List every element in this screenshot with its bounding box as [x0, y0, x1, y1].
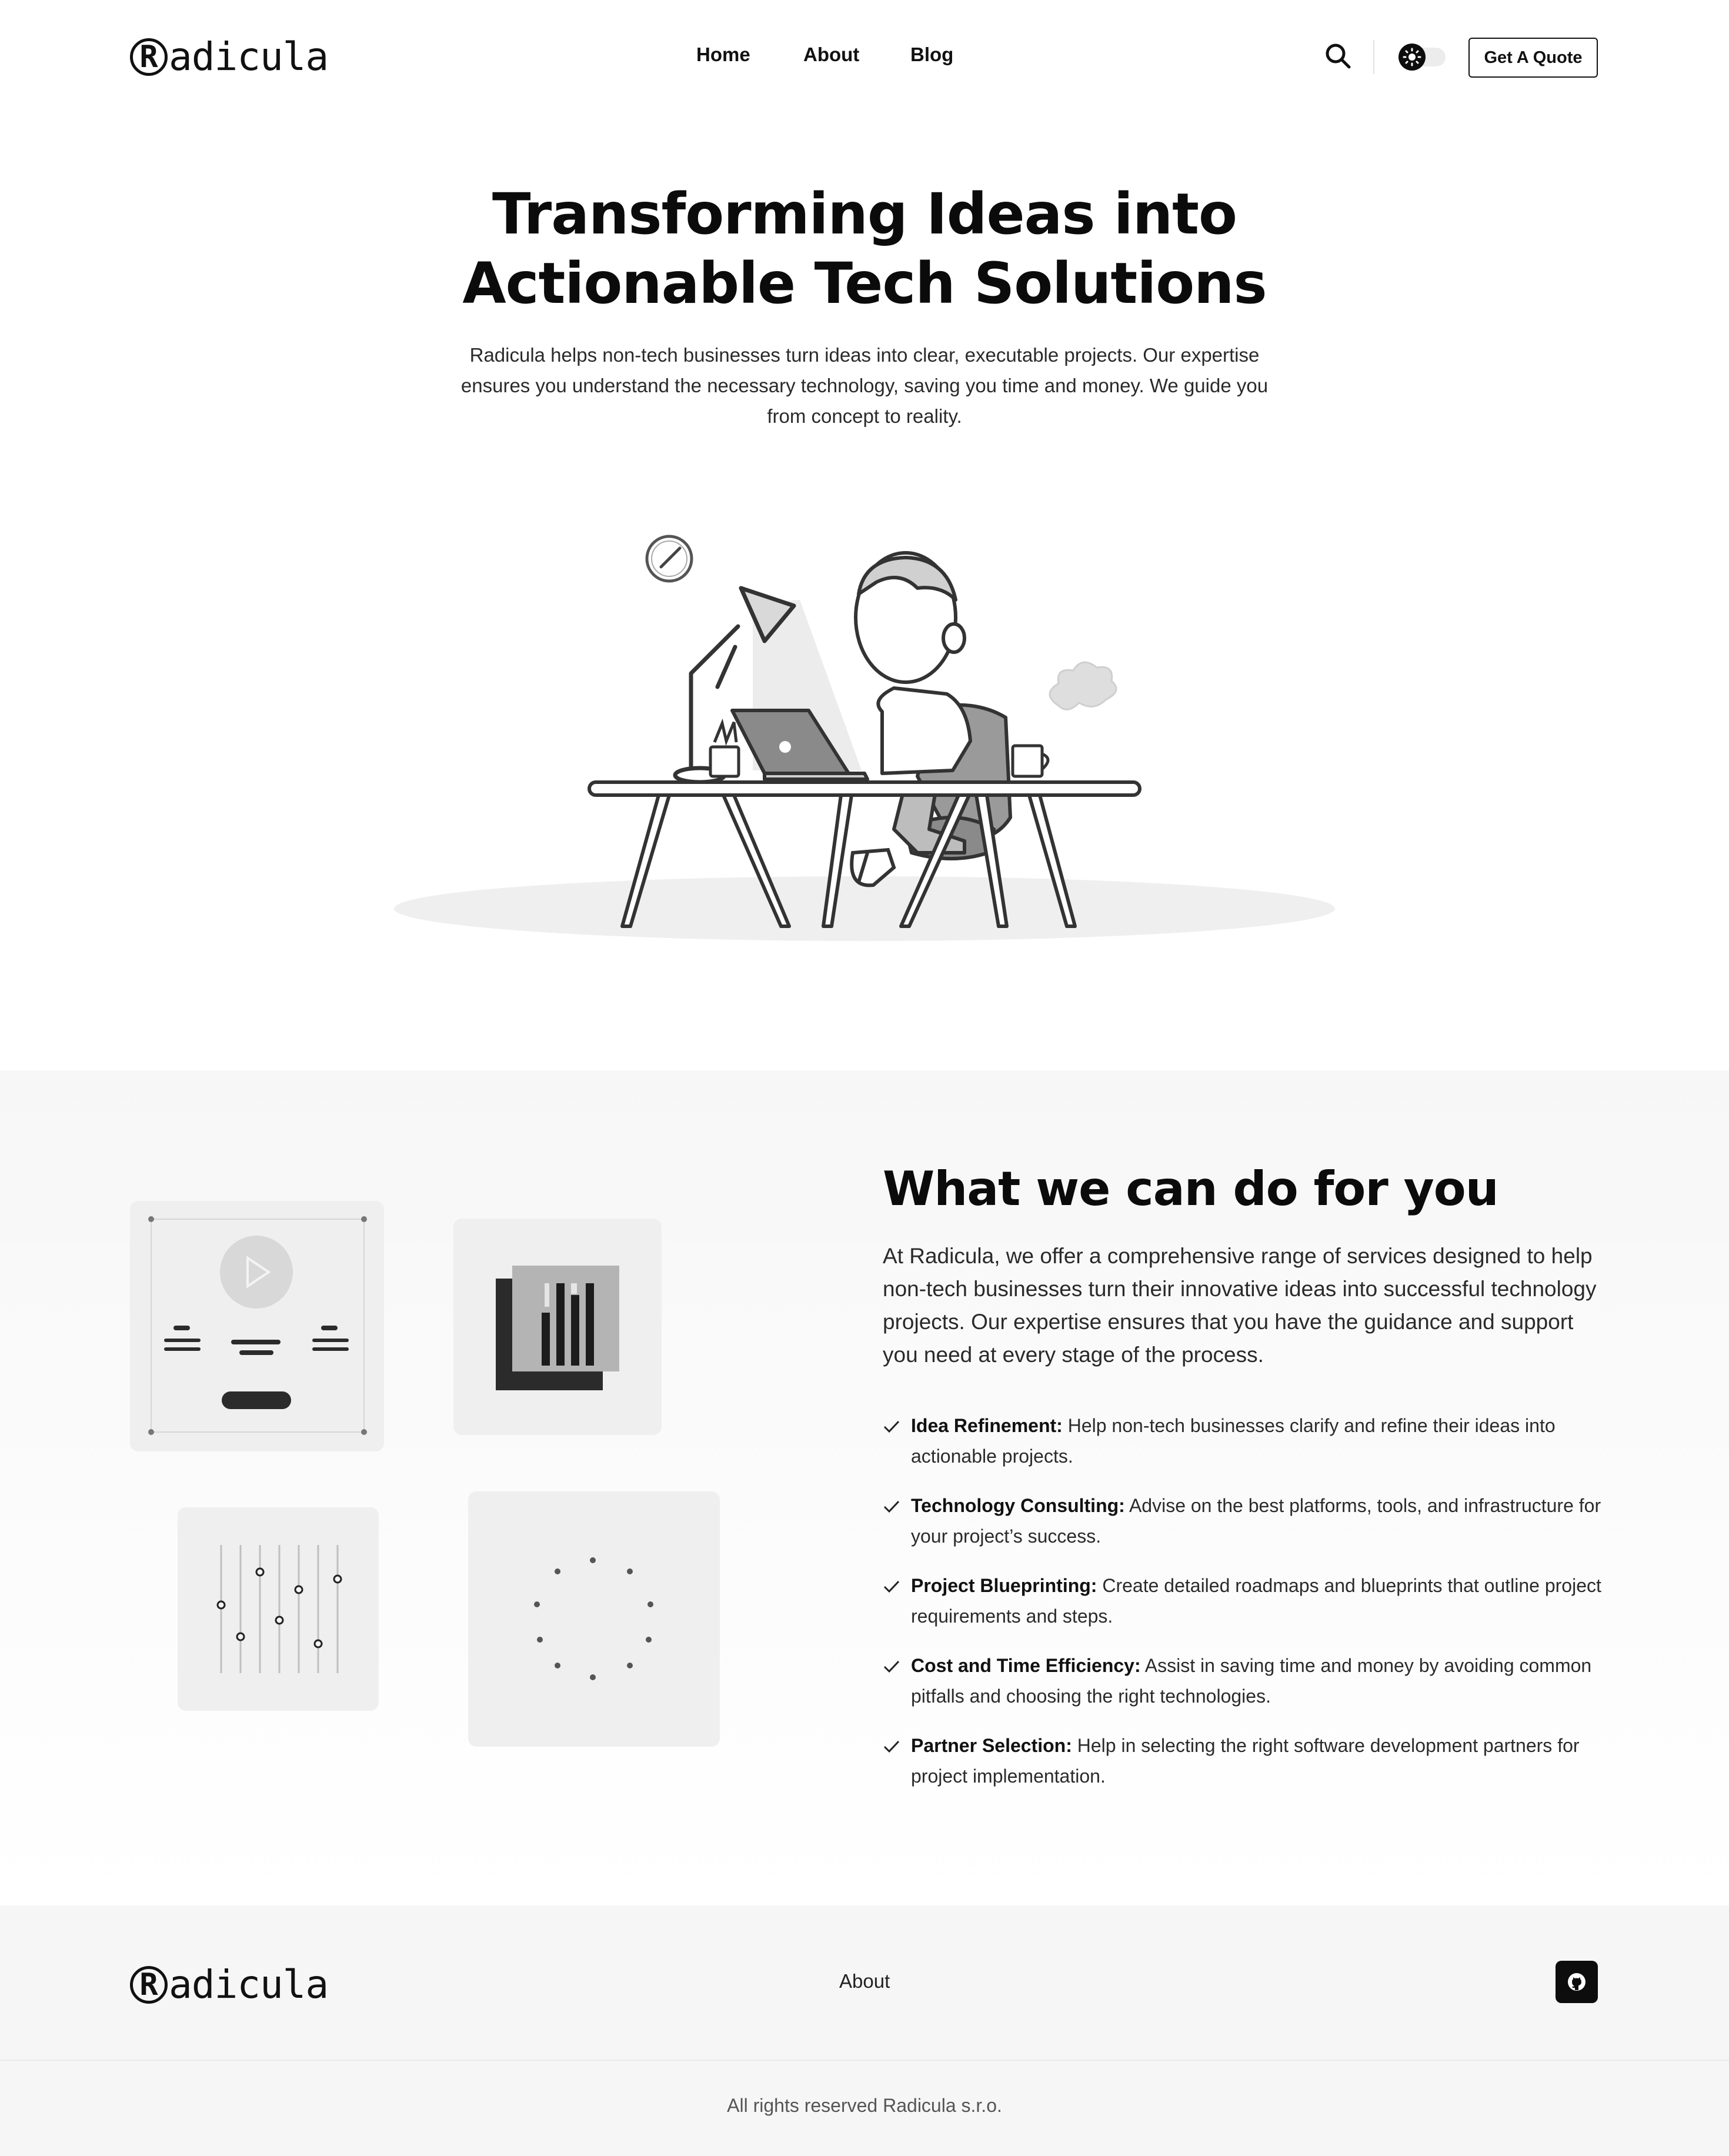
sun-icon	[1403, 48, 1421, 66]
search-icon[interactable]	[1324, 42, 1351, 69]
github-button[interactable]	[1556, 1961, 1598, 2003]
logo-text: adicula	[169, 1962, 329, 2007]
clock-icon	[645, 535, 693, 583]
coffee-cup	[1011, 744, 1050, 778]
get-a-quote-button[interactable]: Get A Quote	[1468, 38, 1598, 78]
footer-logo[interactable]: R adicula	[130, 1962, 329, 2007]
logo-mark: R	[130, 38, 168, 76]
services-title: What we can do for you	[883, 1162, 1499, 1216]
list-item: Idea Refinement: Help non-tech businesse…	[883, 1410, 1606, 1471]
footer-link-about[interactable]: About	[839, 1970, 890, 1993]
check-icon	[883, 1740, 900, 1753]
nav-blog[interactable]: Blog	[910, 44, 953, 66]
service-title: Partner Selection:	[911, 1735, 1072, 1756]
service-title: Technology Consulting:	[911, 1495, 1125, 1516]
plant	[709, 718, 740, 778]
list-item: Technology Consulting: Advise on the bes…	[883, 1490, 1606, 1551]
hero-title-line-1: Transforming Ideas into	[492, 181, 1237, 247]
bar-chart-card	[453, 1219, 662, 1435]
loading-spinner-card	[468, 1491, 720, 1747]
header-logo[interactable]: R adicula	[130, 34, 329, 79]
service-title: Cost and Time Efficiency:	[911, 1655, 1141, 1676]
hero-title: Transforming Ideas into Actionable Tech …	[0, 179, 1729, 318]
services-intro: At Radicula, we offer a comprehensive ra…	[883, 1244, 1597, 1367]
header-divider	[1373, 40, 1374, 74]
video-player-card	[130, 1201, 384, 1451]
check-icon	[883, 1660, 900, 1673]
hero-subtitle: Radicula helps non-tech businesses turn …	[460, 344, 1269, 427]
nav-home[interactable]: Home	[696, 44, 750, 66]
service-title: Project Blueprinting:	[911, 1575, 1097, 1596]
check-icon	[883, 1580, 900, 1593]
copyright-text: All rights reserved Radicula s.r.o.	[727, 2095, 1002, 2116]
service-title: Idea Refinement:	[911, 1415, 1063, 1436]
nav-about[interactable]: About	[803, 44, 859, 66]
list-item: Cost and Time Efficiency: Assist in savi…	[883, 1650, 1606, 1711]
github-icon	[1568, 1973, 1586, 1991]
check-icon	[883, 1420, 900, 1433]
check-icon	[883, 1500, 900, 1513]
list-item: Partner Selection: Help in selecting the…	[883, 1730, 1606, 1791]
logo-text: adicula	[169, 34, 329, 79]
list-item: Project Blueprinting: Create detailed ro…	[883, 1570, 1606, 1631]
logo-mark: R	[130, 1965, 168, 2004]
services-list: Idea Refinement: Help non-tech businesse…	[883, 1410, 1606, 1810]
hero-title-line-2: Actionable Tech Solutions	[462, 251, 1267, 316]
hero-illustration	[388, 523, 1341, 947]
sliders-card	[178, 1507, 379, 1711]
theme-toggle[interactable]	[1397, 44, 1446, 71]
